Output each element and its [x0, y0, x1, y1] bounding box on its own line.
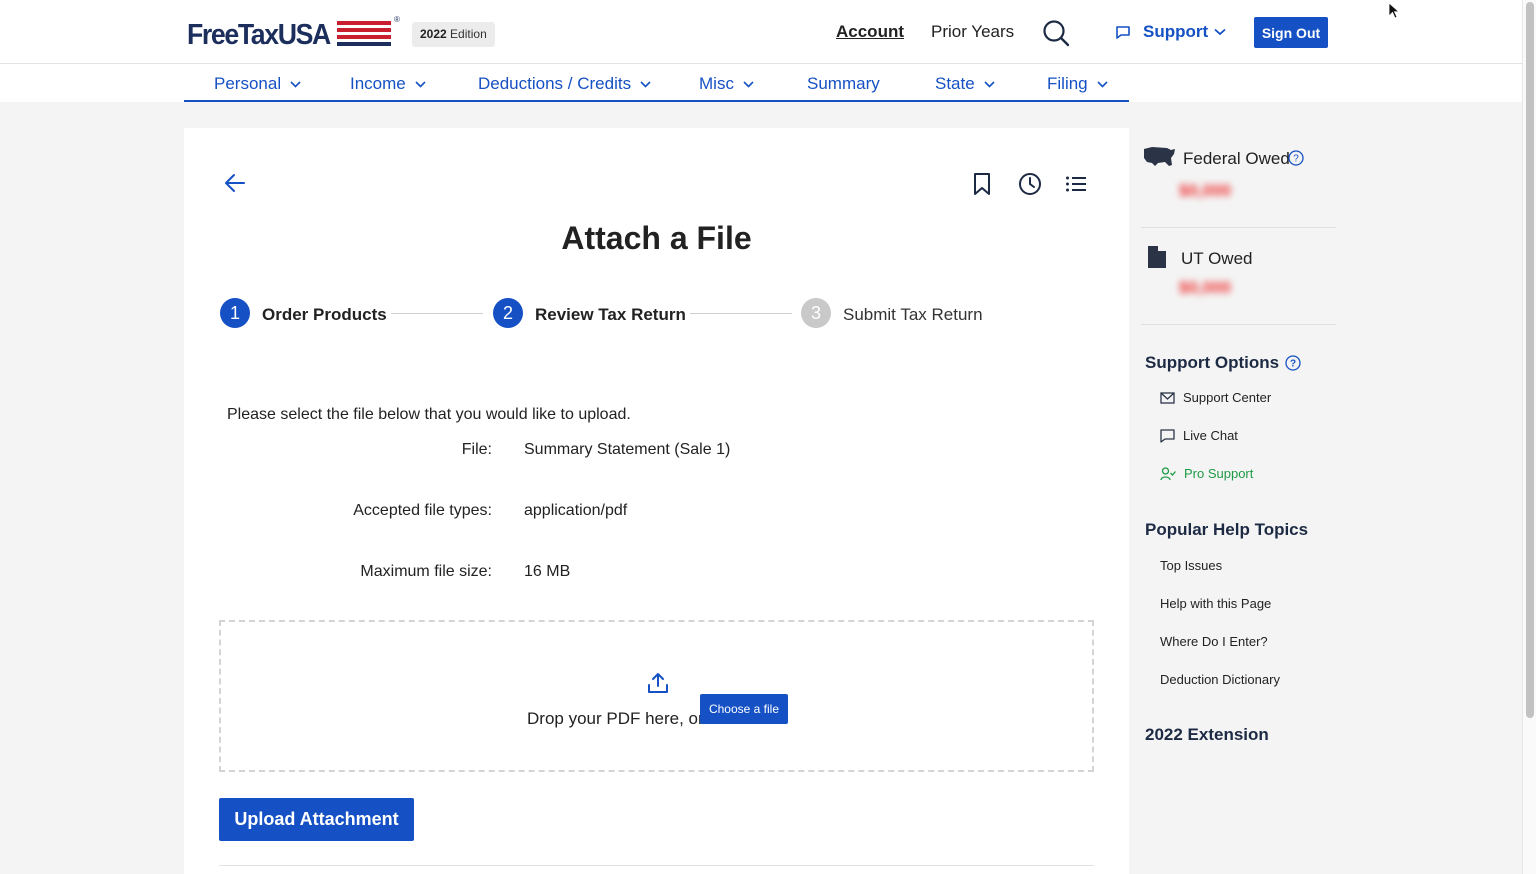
nav-misc[interactable]: Misc	[699, 74, 754, 94]
chat-bubble-icon	[1116, 26, 1130, 39]
edition-label: Edition	[450, 27, 487, 41]
chevron-down-icon	[743, 80, 754, 88]
live-chat-link[interactable]: Live Chat	[1160, 428, 1238, 443]
help-topics-heading: Popular Help Topics	[1145, 520, 1309, 539]
chevron-down-icon	[290, 80, 301, 88]
step-2-label: Review Tax Return	[535, 305, 686, 324]
mouse-cursor-icon	[1388, 2, 1400, 19]
edition-year: 2022	[420, 27, 447, 41]
logo-text: FreeTaxUSA	[187, 19, 331, 51]
search-icon[interactable]	[1042, 19, 1070, 47]
step-1-label: Order Products	[262, 305, 387, 324]
help-link-where-enter[interactable]: Where Do I Enter?	[1160, 634, 1268, 649]
help-circle-icon[interactable]: ?	[1285, 355, 1301, 371]
mail-icon	[1160, 391, 1175, 404]
divider	[219, 865, 1094, 866]
nav-filing-label: Filing	[1047, 74, 1088, 93]
nav-misc-label: Misc	[699, 74, 734, 93]
nav-personal-label: Personal	[214, 74, 282, 93]
step-3-label: Submit Tax Return	[843, 305, 983, 324]
chevron-down-icon	[1214, 28, 1226, 36]
file-value: Summary Statement (Sale 1)	[524, 441, 731, 458]
nav-summary[interactable]: Summary	[807, 74, 880, 94]
nav-personal[interactable]: Personal	[214, 74, 301, 94]
nav-state-label: State	[935, 74, 975, 93]
nav-deductions-label: Deductions / Credits	[478, 74, 632, 93]
chevron-down-icon	[640, 80, 651, 88]
nav-deductions-credits[interactable]: Deductions / Credits	[478, 74, 651, 94]
chat-icon	[1160, 428, 1175, 443]
history-clock-icon[interactable]	[1018, 172, 1042, 196]
pro-support-label: Pro Support	[1184, 466, 1254, 481]
list-menu-icon[interactable]	[1065, 172, 1087, 196]
upload-attachment-button[interactable]: Upload Attachment	[219, 798, 414, 841]
nav-state[interactable]: State	[935, 74, 995, 94]
svg-text:?: ?	[1290, 359, 1296, 370]
help-link-this-page[interactable]: Help with this Page	[1160, 596, 1271, 611]
back-arrow-icon[interactable]	[224, 173, 246, 193]
nav-filing[interactable]: Filing	[1047, 74, 1108, 94]
help-circle-icon[interactable]: ?	[1288, 150, 1304, 166]
step-3-number: 3	[801, 298, 831, 328]
page-title: Attach a File	[561, 220, 752, 256]
support-menu[interactable]: Support	[1115, 22, 1226, 42]
support-options-heading: Support Options ?	[1145, 353, 1301, 373]
nav-income-label: Income	[350, 74, 406, 93]
upload-instructions: Please select the file below that you wo…	[227, 406, 631, 423]
upload-icon	[648, 673, 668, 693]
drop-text: Drop your PDF here, or	[527, 709, 704, 728]
ut-owed-label: UT Owed	[1181, 249, 1253, 268]
logo-registered-mark: ®	[394, 15, 400, 24]
bookmark-icon[interactable]	[972, 172, 992, 196]
usa-map-icon	[1144, 147, 1175, 166]
main-nav: Personal Income Deductions / Credits Mis…	[0, 64, 1522, 102]
edition-badge: 2022 Edition	[412, 22, 495, 47]
file-drop-zone[interactable]: Drop your PDF here, or Choose a file	[219, 620, 1094, 772]
accepted-types-value: application/pdf	[524, 502, 628, 519]
step-2-number: 2	[493, 298, 523, 328]
support-center-label: Support Center	[1183, 390, 1272, 405]
step-connector	[690, 313, 792, 314]
step-1-number: 1	[220, 298, 250, 328]
main-content-card: Attach a File 1 Order Products 2 Review …	[184, 128, 1129, 874]
file-label: File:	[461, 441, 492, 458]
chevron-down-icon	[1097, 80, 1108, 88]
utah-map-icon	[1148, 246, 1166, 268]
step-connector	[391, 313, 483, 314]
svg-text:?: ?	[1293, 154, 1299, 165]
prior-years-link[interactable]: Prior Years	[931, 22, 1014, 42]
nav-income[interactable]: Income	[350, 74, 426, 94]
top-header: FreeTaxUSA ® 2022 Edition Account Prior …	[0, 0, 1522, 64]
page-scrollbar[interactable]	[1522, 0, 1536, 874]
support-options-label: Support Options	[1145, 353, 1280, 372]
help-link-top-issues[interactable]: Top Issues	[1160, 558, 1222, 573]
chevron-down-icon	[415, 80, 426, 88]
accepted-types-label: Accepted file types:	[353, 502, 492, 519]
sign-out-button[interactable]: Sign Out	[1254, 17, 1328, 48]
flag-stripes-icon	[337, 21, 391, 47]
chevron-down-icon	[984, 80, 995, 88]
federal-owed-amount: $0,000	[1179, 181, 1231, 200]
help-link-deduction-dictionary[interactable]: Deduction Dictionary	[1160, 672, 1280, 687]
choose-file-button[interactable]: Choose a file	[700, 694, 788, 724]
scrollbar-thumb[interactable]	[1526, 2, 1534, 718]
ut-owed-amount: $0,000	[1179, 278, 1231, 297]
federal-owed-label: Federal Owed	[1183, 149, 1290, 168]
extension-heading[interactable]: 2022 Extension	[1145, 725, 1269, 745]
pro-support-link[interactable]: Pro Support	[1160, 466, 1253, 481]
federal-owed-block: Federal Owed ? $0,000	[1141, 128, 1336, 228]
max-size-label: Maximum file size:	[360, 563, 492, 580]
state-owed-block: UT Owed $0,000	[1141, 228, 1336, 325]
support-center-link[interactable]: Support Center	[1160, 390, 1271, 405]
freetaxusa-logo[interactable]: FreeTaxUSA ®	[187, 15, 400, 53]
nav-summary-label: Summary	[807, 74, 880, 93]
account-link[interactable]: Account	[836, 22, 904, 42]
support-label: Support	[1143, 22, 1209, 41]
live-chat-label: Live Chat	[1183, 428, 1238, 443]
user-check-icon	[1160, 466, 1176, 480]
nav-underline	[184, 100, 1129, 102]
max-size-value: 16 MB	[524, 563, 571, 580]
